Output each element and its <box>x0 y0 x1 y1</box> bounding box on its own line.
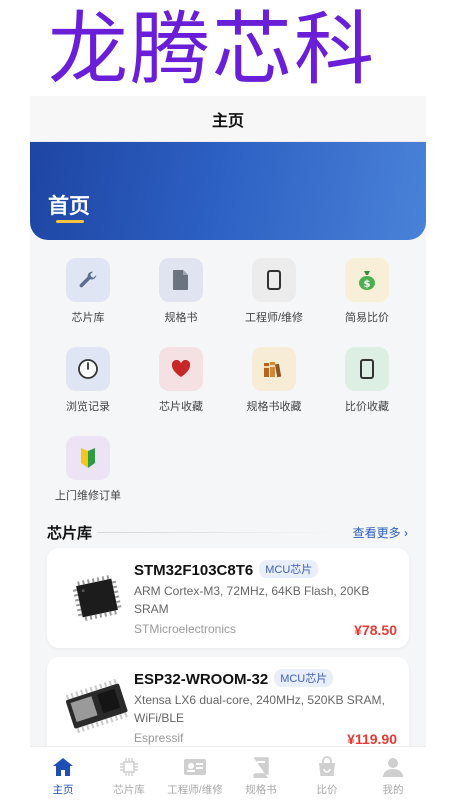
chip-card[interactable]: STM32F103C8T6 MCU芯片 ARM Cortex-M3, 72MHz,… <box>47 548 409 648</box>
money-bag-icon: $ <box>345 258 389 302</box>
section-title: 芯片库 <box>47 525 93 542</box>
phone-icon <box>252 258 296 302</box>
grid-label: 浏览记录 <box>66 401 110 413</box>
grid-item-repair-orders[interactable]: 上门维修订单 <box>42 436 134 503</box>
tab-chip-library[interactable]: 芯片库 <box>96 747 162 800</box>
grid-label: 规格书收藏 <box>246 401 302 413</box>
home-icon <box>52 755 74 779</box>
chip-description: ARM Cortex-M3, 72MHz, 64KB Flash, 20KB S… <box>134 584 370 616</box>
document-icon <box>159 258 203 302</box>
grid-label: 芯片收藏 <box>159 401 203 413</box>
hero-banner: 首页 <box>30 142 426 240</box>
tab-label: 规格书 <box>245 784 277 796</box>
feature-grid: 芯片库 规格书 工程师/维修 $ 简易比价 浏览记录 芯片收藏 规格书收藏 比价… <box>30 240 426 508</box>
chip-card[interactable]: ESP32-WROOM-32 MCU芯片 Xtensa LX6 dual-core… <box>47 657 409 757</box>
grid-label: 简易比价 <box>345 312 389 324</box>
wrench-icon <box>66 258 110 302</box>
grid-item-price-favorites[interactable]: 比价收藏 <box>321 347 413 414</box>
chip-price: ¥119.90 <box>347 731 397 747</box>
chip-category-tag: MCU芯片 <box>274 669 334 687</box>
navigation-bar: 主页 <box>30 96 426 142</box>
tab-engineer-repair[interactable]: 工程师/维修 <box>162 747 228 800</box>
grid-label: 上门维修订单 <box>55 490 121 502</box>
chip-name: STM32F103C8T6 MCU芯片 <box>134 560 319 579</box>
grid-label: 比价收藏 <box>345 401 389 413</box>
grid-item-chip-favorites[interactable]: 芯片收藏 <box>135 347 227 414</box>
hero-title: 首页 <box>48 195 90 218</box>
tab-label: 主页 <box>52 784 74 796</box>
bottom-tab-bar: 主页 芯片库 工程师/维修 规格书 比价 我的 <box>30 746 426 800</box>
brand-banner: 龙腾芯科 <box>0 0 450 100</box>
user-icon <box>382 755 404 779</box>
section-divider <box>97 532 337 533</box>
chip-name: ESP32-WROOM-32 MCU芯片 <box>134 669 334 688</box>
chip-image <box>59 560 135 636</box>
id-card-icon <box>183 755 207 779</box>
grid-item-chip-library[interactable]: 芯片库 <box>42 258 134 325</box>
grid-item-price-compare[interactable]: $ 简易比价 <box>321 258 413 325</box>
grid-label: 芯片库 <box>71 312 105 324</box>
tab-datasheet[interactable]: 规格书 <box>228 747 294 800</box>
chip-manufacturer: STMicroelectronics <box>134 622 237 636</box>
page-title: 主页 <box>211 112 244 130</box>
chip-image <box>59 669 135 745</box>
tab-label: 我的 <box>382 784 404 796</box>
chip-icon <box>118 755 140 779</box>
heart-icon <box>159 347 203 391</box>
chip-library-section-header: 芯片库 查看更多 › <box>30 516 426 546</box>
view-more-link[interactable]: 查看更多 › <box>353 524 408 541</box>
hero-title-underline <box>56 220 84 223</box>
tab-label: 芯片库 <box>113 784 145 796</box>
book-icon <box>251 755 271 779</box>
tab-label: 工程师/维修 <box>167 784 223 796</box>
grid-label: 工程师/维修 <box>244 312 304 324</box>
shopping-bag-icon <box>316 755 338 779</box>
chip-category-tag: MCU芯片 <box>259 560 319 578</box>
chip-description: Xtensa LX6 dual-core, 240MHz, 520KB SRAM… <box>134 693 385 725</box>
chip-manufacturer: Espressif <box>134 731 184 745</box>
tab-profile[interactable]: 我的 <box>360 747 426 800</box>
beginner-badge-icon <box>66 436 110 480</box>
grid-item-datasheet[interactable]: 规格书 <box>135 258 227 325</box>
svg-text:$: $ <box>364 279 371 290</box>
books-icon <box>252 347 296 391</box>
grid-item-engineer-repair[interactable]: 工程师/维修 <box>228 258 320 325</box>
phone-icon <box>345 347 389 391</box>
app-screen: 主页 首页 芯片库 规格书 工程师/维修 $ 简易比价 浏览记录 芯片收藏 规格… <box>30 96 426 800</box>
grid-item-history[interactable]: 浏览记录 <box>42 347 134 414</box>
brand-title: 龙腾芯科 <box>48 3 376 96</box>
tab-home[interactable]: 主页 <box>30 747 96 800</box>
tab-price-compare[interactable]: 比价 <box>294 747 360 800</box>
tab-label: 比价 <box>316 784 338 796</box>
grid-item-datasheet-favorites[interactable]: 规格书收藏 <box>228 347 320 414</box>
clock-icon <box>66 347 110 391</box>
chip-price: ¥78.50 <box>354 622 397 638</box>
grid-label: 规格书 <box>164 312 198 324</box>
